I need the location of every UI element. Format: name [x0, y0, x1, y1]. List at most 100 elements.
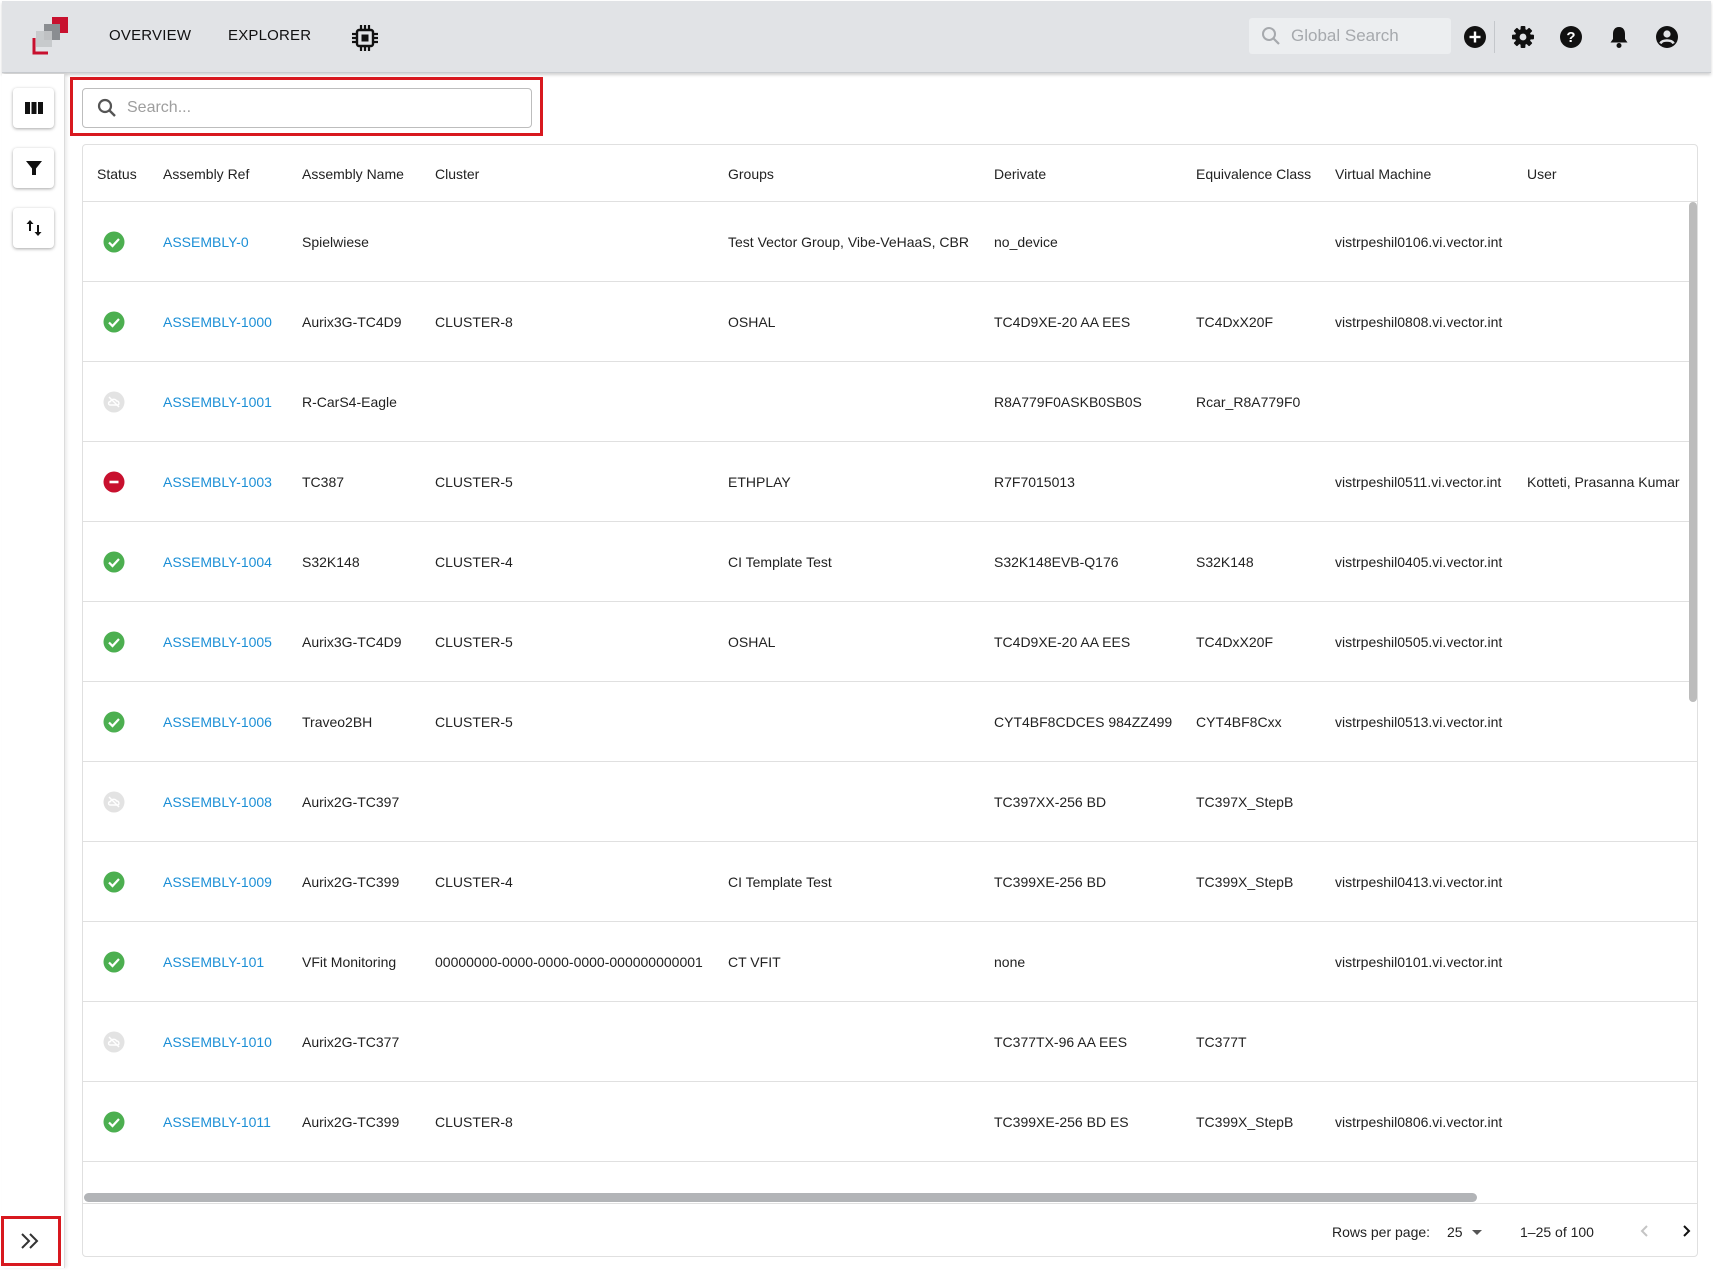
assembly-name: R-CarS4-Eagle — [302, 394, 397, 410]
cluster: 00000000-0000-0000-0000-000000000001 — [435, 954, 703, 970]
horizontal-scrollbar[interactable] — [84, 1193, 1477, 1202]
derivate: R8A779F0ASKB0SB0S — [994, 394, 1142, 410]
assembly-name: Traveo2BH — [302, 714, 373, 730]
assembly-name: Aurix3G-TC4D9 — [302, 634, 402, 650]
sort-button[interactable] — [13, 208, 54, 248]
rows-per-page-select[interactable]: 25 — [1447, 1224, 1485, 1240]
derivate: S32K148EVB-Q176 — [994, 554, 1119, 570]
equivalence-class: TC399X_StepB — [1196, 874, 1294, 890]
status-ok-icon — [103, 1111, 125, 1133]
table-search[interactable] — [82, 88, 532, 128]
assembly-name: Aurix2G-TC399 — [302, 874, 400, 890]
global-search-input[interactable] — [1291, 26, 1451, 46]
table-row[interactable]: ASSEMBLY-1008 Aurix2G-TC397 TC397XX-256 BD… — [83, 762, 1697, 842]
nav-overview[interactable]: OVERVIEW — [109, 27, 191, 44]
table-row[interactable]: ASSEMBLY-1006 Traveo2BH CLUSTER-5 CYT4BF8CD… — [83, 682, 1697, 762]
status-ok-icon — [103, 311, 125, 333]
account-icon[interactable] — [1654, 24, 1680, 50]
table-row[interactable]: ASSEMBLY-1000 Aurix3G-TC4D9 CLUSTER-8 OSHAL… — [83, 282, 1697, 362]
table-row[interactable]: ASSEMBLY-101 VFit Monitoring 00000000-0000… — [83, 922, 1697, 1002]
assembly-ref-link[interactable]: ASSEMBLY-101 — [163, 954, 264, 970]
assembly-ref-link[interactable]: ASSEMBLY-1004 — [163, 554, 272, 570]
col-groups[interactable]: Groups — [728, 166, 774, 182]
virtual-machine: vistrpeshil0808.vi.vector.int — [1335, 314, 1503, 330]
table-row[interactable]: ASSEMBLY-1011 Aurix2G-TC399 CLUSTER-8 TC399… — [83, 1082, 1697, 1162]
col-derivate[interactable]: Derivate — [994, 166, 1046, 182]
table-row[interactable]: ASSEMBLY-1010 Aurix2G-TC377 TC377TX-96 AA … — [83, 1002, 1697, 1082]
table-search-input[interactable] — [127, 99, 507, 117]
assembly-ref-link[interactable]: ASSEMBLY-1003 — [163, 474, 272, 490]
col-user[interactable]: User — [1527, 166, 1557, 182]
assembly-name: Aurix2G-TC377 — [302, 1034, 400, 1050]
col-virtual-machine[interactable]: Virtual Machine — [1335, 166, 1431, 182]
virtual-machine: vistrpeshil0806.vi.vector.int — [1335, 1114, 1503, 1130]
table-row[interactable]: ASSEMBLY-0 Spielwiese Test Vector Group, V… — [83, 202, 1697, 282]
assembly-ref-link[interactable]: ASSEMBLY-1010 — [163, 1034, 272, 1050]
virtual-machine: vistrpeshil0511.vi.vector.int — [1335, 474, 1502, 490]
caret-down-icon — [1471, 1230, 1482, 1235]
app-logo[interactable] — [30, 16, 74, 56]
virtual-machine: vistrpeshil0106.vi.vector.int — [1335, 234, 1503, 250]
status-ok-icon — [103, 711, 125, 733]
col-cluster[interactable]: Cluster — [435, 166, 479, 182]
table-row[interactable]: ASSEMBLY-1001 R-CarS4-Eagle R8A779F0ASKB0S… — [83, 362, 1697, 442]
table-row[interactable]: ASSEMBLY-1009 Aurix2G-TC399 CLUSTER-4 CI Te… — [83, 842, 1697, 922]
col-assembly-ref[interactable]: Assembly Ref — [163, 166, 249, 182]
rows-per-page-label: Rows per page: — [1332, 1224, 1431, 1240]
expand-rail-button[interactable] — [1, 1216, 61, 1266]
columns-icon — [24, 102, 43, 114]
help-icon[interactable]: ? — [1558, 24, 1584, 50]
derivate: R7F7015013 — [994, 474, 1075, 490]
add-circle-icon[interactable] — [1462, 24, 1488, 50]
assembly-ref-link[interactable]: ASSEMBLY-1005 — [163, 634, 272, 650]
status-ok-icon — [103, 551, 125, 573]
table-row[interactable]: ASSEMBLY-1004 S32K148 CLUSTER-4 CI Template… — [83, 522, 1697, 602]
status-offline-icon — [103, 391, 125, 413]
virtual-machine: vistrpeshil0405.vi.vector.int — [1335, 554, 1503, 570]
groups: CI Template Test — [728, 874, 832, 890]
gear-icon[interactable] — [1510, 24, 1536, 50]
derivate: TC399XE-256 BD — [994, 874, 1107, 890]
equivalence-class: TC397X_StepB — [1196, 794, 1294, 810]
equivalence-class: TC399X_StepB — [1196, 1114, 1294, 1130]
prev-page-button[interactable] — [1632, 1218, 1658, 1244]
col-assembly-name[interactable]: Assembly Name — [302, 166, 404, 182]
table-row[interactable]: ASSEMBLY-1005 Aurix3G-TC4D9 CLUSTER-5 OSHAL… — [83, 602, 1697, 682]
status-error-icon — [103, 471, 125, 493]
status-ok-icon — [103, 951, 125, 973]
bell-icon[interactable] — [1606, 24, 1632, 50]
next-page-button[interactable] — [1673, 1218, 1697, 1244]
assembly-ref-link[interactable]: ASSEMBLY-1000 — [163, 314, 272, 330]
pagination-range: 1–25 of 100 — [1520, 1224, 1594, 1240]
assembly-ref-link[interactable]: ASSEMBLY-1009 — [163, 874, 272, 890]
vertical-scrollbar[interactable] — [1689, 202, 1697, 702]
svg-text:?: ? — [1566, 29, 1575, 46]
assembly-ref-link[interactable]: ASSEMBLY-1011 — [163, 1114, 271, 1130]
col-equivalence-class[interactable]: Equivalence Class — [1196, 166, 1311, 182]
status-ok-icon — [103, 631, 125, 653]
table-header: Status Assembly Ref Assembly Name Cluste… — [83, 145, 1697, 202]
assemblies-table: Status Assembly Ref Assembly Name Cluste… — [82, 144, 1698, 1257]
assembly-ref-link[interactable]: ASSEMBLY-0 — [163, 234, 249, 250]
columns-button[interactable] — [13, 88, 54, 128]
nav-explorer[interactable]: EXPLORER — [228, 27, 311, 44]
groups: OSHAL — [728, 634, 776, 650]
cluster: CLUSTER-8 — [435, 314, 513, 330]
user: Kotteti, Prasanna Kumar — [1527, 474, 1680, 490]
chip-icon[interactable] — [350, 23, 380, 53]
assembly-ref-link[interactable]: ASSEMBLY-1001 — [163, 394, 272, 410]
cluster: CLUSTER-5 — [435, 714, 513, 730]
global-search[interactable] — [1249, 18, 1451, 54]
assembly-ref-link[interactable]: ASSEMBLY-1006 — [163, 714, 272, 730]
col-status[interactable]: Status — [97, 166, 137, 182]
groups: Test Vector Group, Vibe-VeHaaS, CBR — [728, 234, 969, 250]
table-body: ASSEMBLY-0 Spielwiese Test Vector Group, V… — [83, 202, 1697, 1162]
assembly-ref-link[interactable]: ASSEMBLY-1008 — [163, 794, 272, 810]
rows-per-page-value: 25 — [1447, 1224, 1463, 1240]
filter-button[interactable] — [13, 148, 54, 188]
table-row[interactable]: ASSEMBLY-1003 TC387 CLUSTER-5 ETHPLAY R7F701… — [83, 442, 1697, 522]
assembly-name: VFit Monitoring — [302, 954, 397, 970]
top-app-bar: OVERVIEW EXPLORER Global Search ? — [2, 1, 1711, 73]
equivalence-class: Rcar_R8A779F0 — [1196, 394, 1301, 410]
derivate: TC377TX-96 AA EES — [994, 1034, 1128, 1050]
